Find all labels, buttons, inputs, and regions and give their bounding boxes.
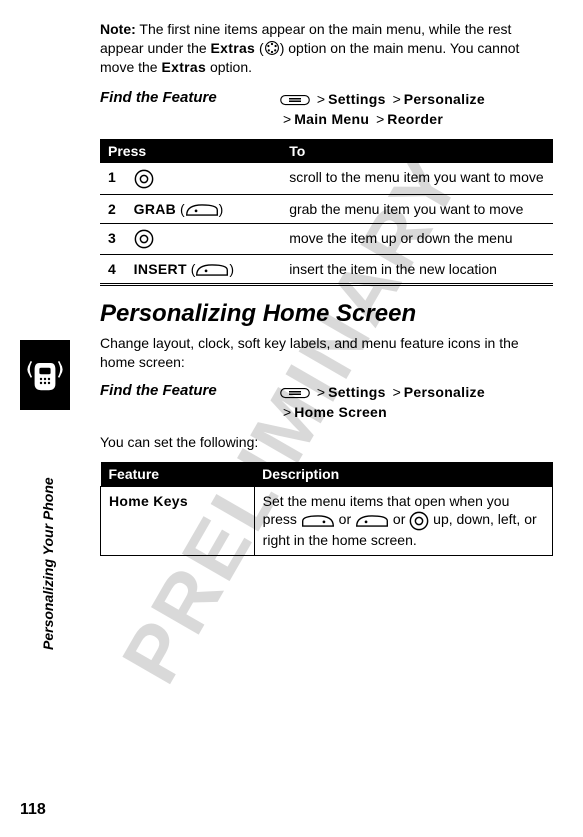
step-num: 1	[108, 168, 122, 186]
menu-key-icon	[280, 387, 310, 399]
step-desc: insert the item in the new location	[281, 255, 553, 285]
note-block: Note: The first nine items appear on the…	[100, 20, 553, 77]
feature-table: Feature Description Home Keys Set the me…	[100, 462, 553, 556]
note-extras-2: Extras	[161, 59, 206, 75]
section-intro: Change layout, clock, soft key labels, a…	[100, 334, 553, 372]
path1-0: Settings	[328, 91, 386, 107]
nav-key-icon	[134, 169, 154, 189]
path1-3: Reorder	[387, 111, 443, 127]
page-number: 118	[20, 801, 46, 819]
step-desc: move the item up or down the menu	[281, 223, 553, 254]
menu-key-icon	[280, 94, 310, 106]
find-feature-label: Find the Feature	[100, 382, 280, 399]
table-row: 2 GRAB () grab the menu item you want to…	[100, 194, 553, 223]
table-row: 4 INSERT () insert the item in the new l…	[100, 255, 553, 285]
step-press-label: GRAB	[134, 201, 176, 217]
section-heading: Personalizing Home Screen	[100, 300, 553, 328]
feat-desc-c: or	[389, 511, 409, 527]
nav-key-icon	[409, 511, 429, 531]
path1-1: Personalize	[404, 91, 485, 107]
set-following: You can set the following:	[100, 433, 553, 452]
note-text-f: option.	[206, 59, 252, 75]
steps-head-press: Press	[100, 139, 281, 163]
feat-name: Home Keys	[109, 493, 188, 509]
feat-desc: Set the menu items that open when you pr…	[254, 486, 552, 555]
step-desc: grab the menu item you want to move	[281, 194, 553, 223]
step-num: 4	[108, 260, 122, 278]
step-press-label: INSERT	[134, 261, 187, 277]
steps-table: Press To 1 scroll to the menu item you w…	[100, 139, 553, 286]
step-desc: scroll to the menu item you want to move	[281, 163, 553, 194]
side-tab-icon	[20, 340, 70, 410]
find-feature-path: >Settings >Personalize >Home Screen	[280, 382, 485, 423]
table-row: 3 move the item up or down the menu	[100, 223, 553, 254]
find-feature-2: Find the Feature >Settings >Personalize …	[100, 382, 553, 423]
find-feature-1: Find the Feature >Settings >Personalize …	[100, 89, 553, 130]
feat-head-feature: Feature	[101, 462, 255, 487]
path2-1: Personalize	[404, 384, 485, 400]
nav-key-icon	[134, 229, 154, 249]
table-row: 1 scroll to the menu item you want to mo…	[100, 163, 553, 194]
note-extras-1: Extras	[211, 40, 256, 56]
find-feature-path: >Settings >Personalize >Main Menu >Reord…	[280, 89, 485, 130]
note-text-c: (	[255, 40, 264, 56]
ringing-phone-icon	[25, 353, 65, 397]
softkey-left-icon	[355, 514, 389, 528]
softkey-right-icon	[301, 514, 335, 528]
find-feature-label: Find the Feature	[100, 89, 280, 106]
softkey-icon	[195, 263, 229, 277]
step-num: 3	[108, 229, 122, 247]
steps-head-to: To	[281, 139, 553, 163]
feat-desc-b: or	[335, 511, 355, 527]
path2-0: Settings	[328, 384, 386, 400]
extras-icon	[264, 40, 280, 56]
path1-2: Main Menu	[294, 111, 369, 127]
step-num: 2	[108, 200, 122, 218]
page-content: Note: The first nine items appear on the…	[0, 0, 583, 837]
path2-2: Home Screen	[294, 404, 387, 420]
table-row: Home Keys Set the menu items that open w…	[101, 486, 553, 555]
softkey-icon	[185, 203, 219, 217]
feat-head-desc: Description	[254, 462, 552, 487]
side-vertical-label: Personalizing Your Phone	[40, 477, 56, 650]
note-label: Note:	[100, 21, 136, 37]
